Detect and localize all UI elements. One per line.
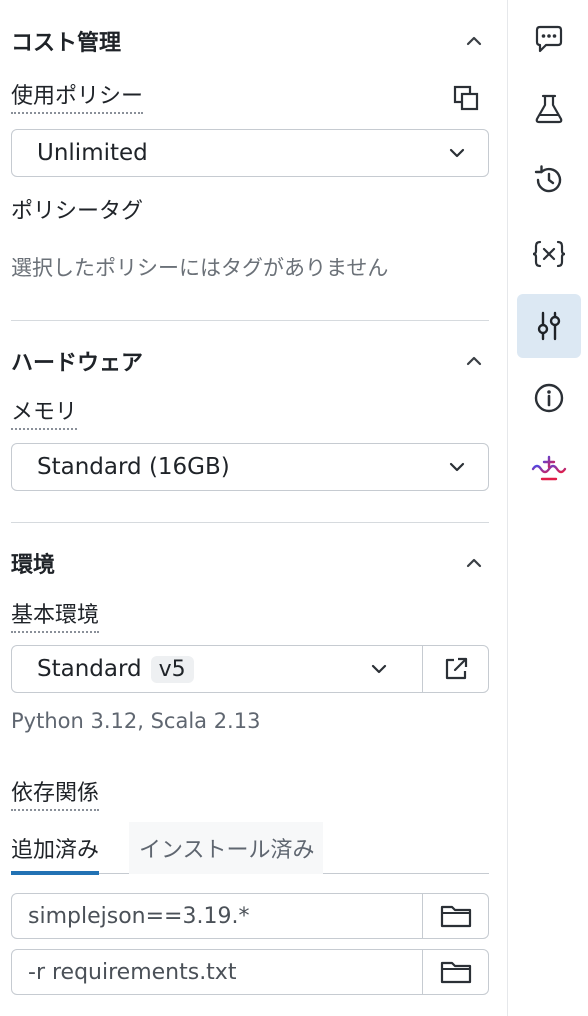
environment-section-header[interactable]: 環境 [11,546,488,580]
usage-policy-label: 使用ポリシー [11,83,144,114]
hardware-section-header[interactable]: ハードウェア [11,344,488,378]
copy-icon[interactable] [450,82,482,114]
hardware-section-title: ハードウェア [11,351,144,376]
tab-added[interactable]: 追加済み [11,822,100,875]
tab-installed[interactable]: インストール済み [129,822,323,874]
open-external-button[interactable] [422,646,488,692]
version-badge: v5 [150,655,194,683]
dependency-input[interactable]: -r requirements.txt [12,950,422,994]
assistant-button[interactable] [517,438,581,502]
dependencies-label: 依存関係 [11,780,100,811]
base-environment-select[interactable]: Standard v5 [12,646,422,692]
external-link-icon [442,655,470,683]
environment-section-title: 環境 [11,553,56,578]
policy-tags-label: ポリシータグ [11,199,144,224]
chevron-up-icon[interactable] [460,27,488,55]
info-icon [532,381,566,415]
base-environment-control: Standard v5 [11,645,489,693]
browse-folder-button[interactable] [422,950,488,994]
divider [11,522,489,523]
chevron-up-icon[interactable] [460,347,488,375]
chevron-up-icon[interactable] [460,549,488,577]
base-environment-value: Standard [37,656,142,682]
base-environment-label: 基本環境 [11,602,100,633]
chevron-down-icon [368,658,390,680]
browse-folder-button[interactable] [422,894,488,938]
divider [11,320,489,321]
flask-icon [532,92,566,126]
chevron-down-icon [446,456,468,478]
variables-icon [531,237,567,271]
assistant-icon [531,453,567,487]
folder-icon [440,903,472,929]
policy-tags-empty-text: 選択したポリシーにはタグがありません [11,256,389,280]
comment-icon [532,22,566,56]
memory-label: メモリ [11,399,78,430]
dependency-input[interactable]: simplejson==3.19.* [12,894,422,938]
memory-value: Standard (16GB) [37,454,230,480]
folder-icon [440,959,472,985]
runtime-info: Python 3.12, Scala 2.13 [11,709,261,733]
dependency-row: simplejson==3.19.* [11,893,489,939]
variables-button[interactable] [517,222,581,286]
chevron-down-icon [446,142,468,164]
version-history-button[interactable] [517,148,581,212]
cost-section-title: コスト管理 [11,31,122,56]
compute-config-panel: コスト管理 使用ポリシー Unlimited ポリシータグ 選択したポリシーには… [0,0,507,1016]
dependency-tabs: 追加済み インストール済み [11,822,489,875]
dependency-row: -r requirements.txt [11,949,489,995]
comments-button[interactable] [517,7,581,71]
right-icon-rail [507,0,588,1016]
sliders-icon [532,309,566,343]
memory-select[interactable]: Standard (16GB) [11,443,489,491]
cost-section-header[interactable]: コスト管理 [11,24,488,58]
usage-policy-value: Unlimited [37,140,148,166]
compute-settings-button[interactable] [517,294,581,358]
info-button[interactable] [517,366,581,430]
experiments-button[interactable] [517,77,581,141]
usage-policy-select[interactable]: Unlimited [11,129,489,177]
history-icon [532,163,566,197]
